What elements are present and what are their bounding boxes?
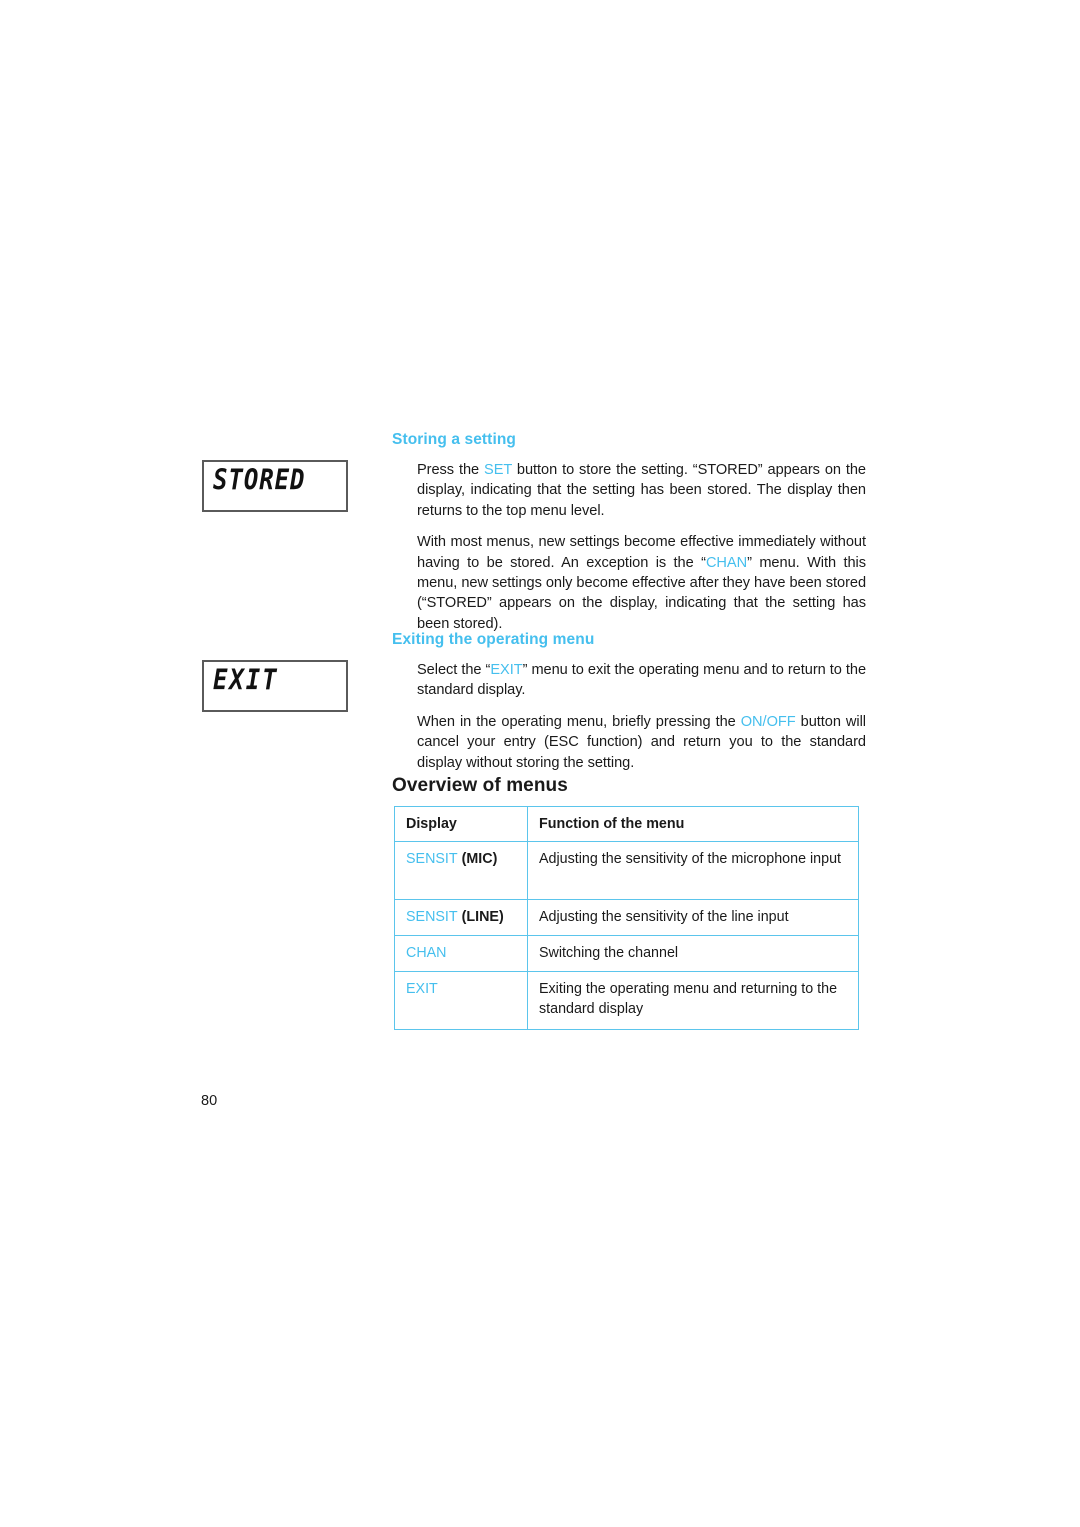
exiting-menu-body: Select the “EXIT” menu to exit the opera… bbox=[417, 660, 866, 773]
storing-p1-part1: Press the bbox=[417, 462, 485, 478]
table-cell-display: SENSIT (LINE) bbox=[394, 899, 528, 936]
exiting-p1-part1: Select the “ bbox=[417, 662, 491, 678]
table-cell-function: Switching the channel bbox=[527, 935, 859, 972]
menu-code-exit: EXIT bbox=[406, 981, 438, 997]
page-number: 80 bbox=[201, 1093, 218, 1109]
storing-a-setting-heading: Storing a setting bbox=[392, 431, 516, 448]
menu-suffix-mic: (MIC) bbox=[457, 851, 498, 867]
menu-code-sensit-line: SENSIT bbox=[406, 909, 458, 925]
table-cell-display: EXIT bbox=[394, 971, 528, 1030]
on-button-reference: ON bbox=[740, 713, 763, 730]
set-button-reference: SET bbox=[484, 462, 512, 478]
storing-paragraph-2: With most menus, new settings become eff… bbox=[417, 532, 866, 634]
exiting-menu-heading: Exiting the operating menu bbox=[392, 631, 595, 648]
off-button-reference: OFF bbox=[766, 713, 796, 730]
storing-a-setting-body: Press the SET button to store the settin… bbox=[417, 460, 866, 634]
exit-display-text: EXIT bbox=[213, 663, 279, 697]
menu-suffix-line: (LINE) bbox=[457, 909, 504, 925]
table-cell-function: Adjusting the sensitivity of the line in… bbox=[527, 899, 859, 936]
table-cell-function: Adjusting the sensitivity of the microph… bbox=[527, 841, 859, 900]
menu-code-chan: CHAN bbox=[406, 945, 447, 961]
document-page: STORED EXIT Storing a setting Press the … bbox=[0, 0, 1080, 1527]
chan-menu-reference: CHAN bbox=[705, 554, 748, 571]
stored-display-figure: STORED bbox=[202, 460, 348, 512]
table-header-display: Display bbox=[394, 806, 528, 842]
table-row: SENSIT (LINE) Adjusting the sensitivity … bbox=[394, 899, 859, 936]
table-header-function: Function of the menu bbox=[527, 806, 859, 842]
table-cell-function: Exiting the operating menu and returning… bbox=[527, 971, 859, 1030]
exiting-paragraph-1: Select the “EXIT” menu to exit the opera… bbox=[417, 660, 866, 701]
exit-menu-reference: EXIT bbox=[490, 662, 523, 678]
table-cell-display: CHAN bbox=[394, 935, 528, 972]
storing-paragraph-1: Press the SET button to store the settin… bbox=[417, 460, 866, 521]
overview-of-menus-title: Overview of menus bbox=[392, 775, 568, 796]
menu-overview-table: Display Function of the menu SENSIT (MIC… bbox=[394, 806, 859, 1030]
table-row: CHAN Switching the channel bbox=[394, 935, 859, 972]
table-header-row: Display Function of the menu bbox=[394, 806, 859, 842]
menu-code-sensit-mic: SENSIT bbox=[406, 851, 458, 867]
exiting-menu-section: Exiting the operating menu Select the “E… bbox=[392, 630, 866, 773]
exiting-paragraph-2: When in the operating menu, briefly pres… bbox=[417, 712, 866, 773]
table-row: EXIT Exiting the operating menu and retu… bbox=[394, 971, 859, 1030]
overview-of-menus-section: Overview of menus bbox=[392, 775, 866, 797]
storing-a-setting-section: Storing a setting Press the SET button t… bbox=[392, 430, 866, 634]
exit-display-figure: EXIT bbox=[202, 660, 348, 712]
table-row: SENSIT (MIC) Adjusting the sensitivity o… bbox=[394, 841, 859, 900]
stored-display-text: STORED bbox=[213, 463, 306, 497]
exiting-p2-part1: When in the operating menu, briefly pres… bbox=[417, 713, 741, 730]
table-cell-display: SENSIT (MIC) bbox=[394, 841, 528, 900]
